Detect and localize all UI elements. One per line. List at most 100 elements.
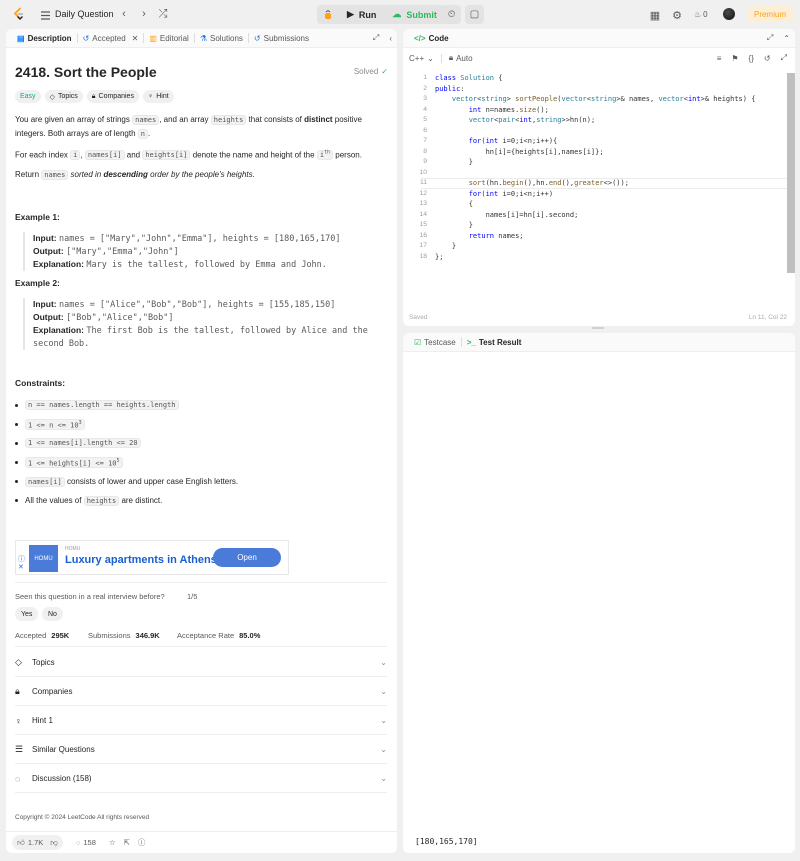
editor-scrollbar[interactable]	[787, 73, 795, 273]
comment-icon: ◌	[15, 773, 21, 784]
debug-icon[interactable]	[317, 5, 339, 24]
ad-open-button[interactable]: Open	[213, 548, 281, 567]
code-line[interactable]: }	[435, 220, 755, 231]
streak-counter[interactable]: ♨ 0	[694, 8, 708, 20]
accordion-similar-questions[interactable]: ☰ Similar Questions ⌄	[15, 736, 387, 764]
collapse-panel-icon[interactable]: ‹	[384, 29, 397, 48]
cursor-position: Ln 11, Col 22	[748, 314, 787, 321]
companies-chip[interactable]: 🔒︎ Companies	[86, 90, 139, 103]
code-line[interactable]: for(int i=0;i<n;i++)	[435, 189, 755, 200]
chevron-down-icon: ⌄	[427, 53, 434, 63]
close-icon[interactable]: ✕	[132, 34, 139, 43]
code-line[interactable]: for(int i=0;i<n;i++){	[435, 136, 755, 147]
shuffle-icon[interactable]: ⤮	[156, 7, 170, 21]
share-icon[interactable]: ⇱	[124, 838, 130, 847]
code-line[interactable]: int n=names.size();	[435, 105, 755, 116]
hint-chip[interactable]: ♀ Hint	[142, 90, 174, 103]
description-paragraph-2: For each index i, names[i] and heights[i…	[15, 150, 362, 161]
settings-gear-icon[interactable]: ⚙	[670, 8, 684, 22]
format-icon[interactable]: ≡	[717, 54, 722, 63]
testcase-input-value[interactable]: [180,165,170]	[415, 837, 478, 846]
code-line[interactable]: names[i]=hn[i].second;	[435, 210, 755, 221]
ad-headline[interactable]: Luxury apartments in Athens	[65, 554, 217, 566]
code-line[interactable]: }	[435, 241, 755, 252]
leetcode-logo[interactable]	[12, 7, 26, 21]
panel-resize-handle[interactable]	[592, 327, 604, 329]
maximize-icon[interactable]: ⤢	[368, 29, 384, 48]
accordion-hint-1[interactable]: ♀ Hint 1 ⌄	[15, 707, 387, 735]
language-select[interactable]: C++ ⌄	[409, 54, 434, 63]
code-line[interactable]: class Solution {	[435, 73, 755, 84]
timer-icon[interactable]: ⏲	[442, 5, 461, 24]
editor-toolbar: C++ ⌄ 🔒︎ Auto ≡ ⚑ {} ↺ ⤢	[403, 49, 795, 67]
line-number: 4	[423, 105, 427, 113]
help-icon[interactable]: ⓘ	[138, 837, 146, 848]
code-line[interactable]: {	[435, 199, 755, 210]
daily-question-title[interactable]: Daily Question	[55, 9, 114, 19]
no-button[interactable]: No	[42, 607, 63, 621]
code-line[interactable]: return names;	[435, 231, 755, 242]
user-avatar[interactable]	[723, 8, 735, 20]
accordion-topics[interactable]: ◇ Topics ⌄	[15, 649, 387, 677]
prev-question-icon[interactable]: ‹	[117, 7, 131, 21]
collapse-panel-icon[interactable]: ⌃	[778, 29, 795, 48]
tab-submissions[interactable]: ↺ Submissions	[249, 29, 314, 48]
run-button[interactable]: ▶ Run	[339, 5, 384, 24]
bookmark-icon[interactable]: ⚑	[731, 54, 738, 63]
thumbs-down-icon[interactable]: 👎︎	[50, 838, 58, 848]
star-icon[interactable]: ☆	[109, 838, 116, 847]
code-line[interactable]: hn[i]={heights[i],names[i]};	[435, 147, 755, 158]
code-editor[interactable]: 1 2 3 4 5 6 7 8 9 10 11 12 13 14 15 16 17 18 class Soluti…	[403, 73, 795, 313]
code-line[interactable]: sort(hn.begin(),hn.end(),greater<>());	[435, 178, 755, 189]
history-icon: ↺	[82, 33, 90, 43]
accordion-discussion[interactable]: ◌ Discussion (158) ⌄	[15, 765, 387, 793]
code-line[interactable]	[435, 168, 755, 179]
tab-testcase[interactable]: ☑ Testcase	[409, 333, 461, 352]
tab-code[interactable]: </> Code	[409, 29, 454, 48]
terminal-icon: >_	[466, 337, 476, 347]
code-line[interactable]: }	[435, 157, 755, 168]
maximize-icon[interactable]: ⤢	[762, 29, 778, 48]
chevron-down-icon: ⌄	[380, 658, 387, 667]
accordion-companies[interactable]: 🔒︎ Companies ⌄	[15, 678, 387, 706]
ad-info-icon[interactable]: ⓘ ✕	[18, 556, 25, 572]
tab-editorial[interactable]: ▥ Editorial	[144, 29, 193, 48]
code-line[interactable]: public:	[435, 84, 755, 95]
constraint-item: 1 <= names[i].length <= 20	[15, 438, 141, 448]
submit-button[interactable]: ☁ Submit	[384, 5, 445, 24]
tab-accepted[interactable]: ↺ Accepted ✕	[78, 29, 144, 48]
top-bar: Daily Question ‹ › ⤮ ▶ Run ☁ Submit ⏲ ▢ …	[0, 0, 800, 28]
line-number: 6	[423, 126, 427, 134]
comments-button[interactable]: ◌ 158	[71, 835, 101, 850]
lock-icon: 🔒︎	[448, 53, 454, 62]
chevron-down-icon: ⌄	[380, 716, 387, 725]
interview-question: Seen this question in a real interview b…	[15, 592, 165, 601]
notes-icon[interactable]: ▢	[465, 5, 484, 24]
problem-list-icon[interactable]	[38, 8, 52, 22]
premium-button[interactable]: Premium	[747, 6, 793, 22]
reset-icon[interactable]: ↺	[764, 54, 771, 63]
code-line[interactable]	[435, 126, 755, 137]
description-footer: 👍︎ 1.7K 👎︎ ◌ 158 ☆ ⇱ ⓘ	[6, 831, 397, 853]
next-question-icon[interactable]: ›	[137, 7, 151, 21]
code-line[interactable]: };	[435, 252, 755, 263]
code-line[interactable]: vector<pair<int,string>>hn(n);	[435, 115, 755, 126]
comment-icon: ◌	[75, 838, 81, 847]
thumbs-up-icon[interactable]: 👍︎	[17, 838, 25, 848]
difficulty-badge: Easy	[15, 90, 41, 103]
play-icon: ▶	[347, 9, 354, 19]
code-lines[interactable]: class Solution {public: vector<string> s…	[435, 73, 755, 262]
code-line[interactable]: vector<string> sortPeople(vector<string>…	[435, 94, 756, 105]
yes-button[interactable]: Yes	[15, 607, 39, 621]
braces-icon[interactable]: {}	[749, 54, 754, 63]
code-tab-bar: </> Code ⤢ ⌃	[403, 29, 795, 48]
tab-test-result[interactable]: >_ Test Result	[462, 333, 527, 352]
advertisement-banner[interactable]: ⓘ ✕ HOMU HOMU Luxury apartments in Athens…	[15, 540, 289, 575]
fullscreen-icon[interactable]: ⤢	[781, 53, 787, 63]
tab-solutions[interactable]: ⚗ Solutions	[195, 29, 248, 48]
topics-chip[interactable]: ◇ Topics	[44, 90, 83, 103]
code-icon: </>	[414, 33, 426, 43]
auto-mode-select[interactable]: 🔒︎ Auto	[449, 53, 473, 63]
tab-description[interactable]: ▤ Description	[12, 29, 77, 48]
layout-icon[interactable]: ▦	[648, 8, 662, 22]
